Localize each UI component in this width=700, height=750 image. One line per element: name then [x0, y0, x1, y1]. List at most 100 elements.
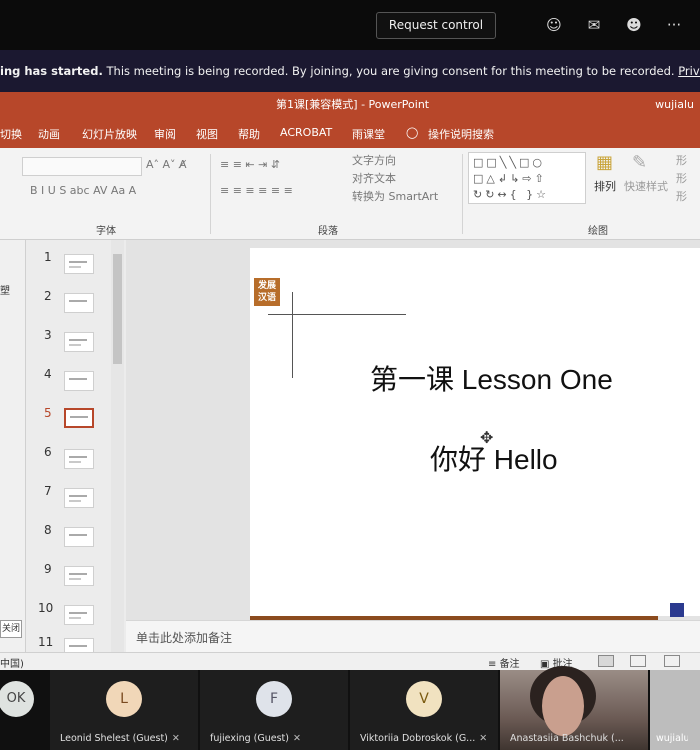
status-bar: 中国) ≡ 备注 ▣ 批注: [0, 652, 700, 670]
normal-view-icon[interactable]: [598, 655, 614, 667]
participant-video-tile[interactable]: wujialu: [650, 670, 700, 750]
left-panel-text: 塑: [0, 286, 10, 297]
shape-effects-button[interactable]: 形: [676, 188, 687, 204]
align-icons[interactable]: ≡ ≡ ≡ ≡ ≡ ≡: [220, 184, 293, 197]
thumb-number: 1: [44, 250, 52, 264]
ribbon-separator: [210, 154, 211, 234]
people-icon[interactable]: ☺: [544, 15, 564, 35]
quick-styles-button[interactable]: 快速样式: [624, 178, 668, 194]
font-group-label: 字体: [96, 226, 116, 237]
menu-review[interactable]: 审阅: [154, 126, 176, 142]
menu-transitions[interactable]: 切换: [0, 126, 22, 142]
participant-tile[interactable]: OK: [0, 670, 46, 750]
slide-sorter-icon[interactable]: [630, 655, 646, 667]
paragraph-group-label: 段落: [318, 226, 338, 237]
decor-line: [292, 292, 293, 378]
slide-title[interactable]: 第一课 Lesson One: [370, 358, 613, 398]
thumb-number: 3: [44, 328, 52, 342]
slide-thumbnail[interactable]: [64, 527, 94, 547]
notes-toggle-button[interactable]: ≡ 备注: [488, 655, 520, 670]
lightbulb-icon: ◯: [406, 126, 419, 139]
more-icon[interactable]: ···: [664, 15, 684, 35]
participant-name: wujialu: [656, 733, 688, 744]
slide-thumbnail[interactable]: [64, 605, 94, 625]
arrange-icon[interactable]: ▦: [596, 152, 613, 173]
recording-banner: ing has started. This meeting is being r…: [0, 50, 700, 92]
menu-tell-me-search[interactable]: 操作说明搜索: [428, 126, 494, 142]
slide-editor: 发展 汉语 第一课 Lesson One ✥ 你好 Hello: [126, 240, 700, 652]
request-control-button[interactable]: Request control: [376, 12, 496, 39]
slide-thumbnail[interactable]: [64, 254, 94, 274]
shapes-gallery[interactable]: □□╲╲□○ □△↲↳⇨⇧ ↻↻↔{ }☆: [468, 152, 586, 204]
participant-video-tile[interactable]: Anastasiia Bashchuk (...: [500, 666, 648, 750]
menu-animations[interactable]: 动画: [38, 126, 60, 142]
current-slide[interactable]: 发展 汉语 第一课 Lesson One ✥ 你好 Hello: [250, 248, 700, 620]
notes-pane[interactable]: 单击此处添加备注: [126, 620, 700, 652]
font-format-buttons[interactable]: B I U S abc AV Aa A: [30, 184, 136, 197]
decor-line: [268, 314, 406, 315]
thumb-number: 6: [44, 445, 52, 459]
language-indicator: 中国): [0, 659, 24, 670]
avatar: F: [256, 681, 292, 717]
banner-text: This meeting is being recorded. By joini…: [102, 64, 675, 78]
thumb-number: 10: [38, 601, 54, 615]
slide-thumbnail[interactable]: [64, 566, 94, 586]
slide-thumbnail[interactable]: [64, 293, 94, 313]
scrollbar-thumb[interactable]: [113, 254, 122, 364]
shape-outline-button[interactable]: 形: [676, 170, 687, 186]
participant-tile[interactable]: V Viktoriia Dobroskok (G... ✕: [350, 670, 498, 750]
ppt-title-bar: 第1课[兼容模式] - PowerPoint wujialu: [0, 92, 700, 118]
smartart-button[interactable]: 转换为 SmartArt: [352, 188, 438, 204]
quick-styles-icon[interactable]: ✎: [632, 152, 647, 173]
thumb-number: 9: [44, 562, 52, 576]
slide-thumbnail[interactable]: [64, 449, 94, 469]
ribbon: A˄ A˅ A̸ B I U S abc AV Aa A 字体 ≡ ≡ ⇤ ⇥ …: [0, 148, 700, 240]
menu-help[interactable]: 帮助: [238, 126, 260, 142]
drawing-group-label: 绘图: [588, 226, 608, 237]
mic-off-icon: ✕: [292, 733, 301, 744]
menu-slideshow[interactable]: 幻灯片放映: [82, 126, 137, 142]
bullets-icon[interactable]: ≡ ≡ ⇤ ⇥ ⇵: [220, 158, 280, 171]
notes-placeholder: 单击此处添加备注: [136, 631, 233, 645]
avatar: V: [406, 681, 442, 717]
menu-rain-classroom[interactable]: 雨课堂: [352, 126, 385, 142]
publisher-logo: [670, 603, 684, 617]
participant-tile[interactable]: F fujiexing (Guest) ✕: [200, 670, 348, 750]
thumbnail-scrollbar[interactable]: [111, 240, 124, 652]
align-text-button[interactable]: 对齐文本: [352, 170, 396, 186]
slide-subtitle[interactable]: 你好 Hello: [430, 438, 558, 478]
slide-logo: 发展 汉语: [254, 278, 280, 306]
slide-thumbnail[interactable]: [64, 371, 94, 391]
mic-off-icon: ✕: [479, 733, 488, 744]
avatar: OK: [0, 681, 34, 717]
participant-strip: OK L Leonid Shelest (Guest) ✕ F fujiexing…: [0, 666, 700, 750]
mic-off-icon: ✕: [171, 733, 180, 744]
participant-tile[interactable]: L Leonid Shelest (Guest) ✕: [50, 670, 198, 750]
banner-bold-text: ing has started.: [0, 64, 103, 78]
participant-name: Leonid Shelest (Guest) ✕: [60, 733, 180, 744]
text-direction-button[interactable]: 文字方向: [352, 152, 396, 168]
reactions-icon[interactable]: ☻: [624, 15, 644, 35]
font-size-buttons[interactable]: A˄ A˅ A̸: [146, 158, 187, 171]
slide-thumbnail[interactable]: [64, 332, 94, 352]
menu-acrobat[interactable]: ACROBAT: [280, 126, 332, 139]
left-panel-strip: 塑 关闭: [0, 240, 26, 652]
user-name: wujialu: [655, 98, 694, 111]
thumb-number: 5: [44, 406, 52, 420]
slide-thumbnail-selected[interactable]: [64, 408, 94, 428]
teams-top-bar: Request control ☺ ✉ ☻ ···: [0, 0, 700, 50]
ppt-menu-bar: 切换 动画 幻灯片放映 审阅 视图 帮助 ACROBAT 雨课堂 ◯ 操作说明搜…: [0, 118, 700, 148]
shared-powerpoint-window: 第1课[兼容模式] - PowerPoint wujialu 切换 动画 幻灯片…: [0, 92, 700, 670]
font-name-box[interactable]: [22, 157, 142, 176]
participant-name: fujiexing (Guest) ✕: [210, 733, 301, 744]
privacy-policy-link[interactable]: Privacy policy: [678, 64, 700, 78]
menu-view[interactable]: 视图: [196, 126, 218, 142]
shape-fill-button[interactable]: 形: [676, 152, 687, 168]
ribbon-separator: [462, 154, 463, 234]
slide-thumbnail[interactable]: [64, 488, 94, 508]
arrange-button[interactable]: 排列: [594, 178, 616, 194]
participant-name: Anastasiia Bashchuk (...: [510, 733, 624, 744]
close-button[interactable]: 关闭: [0, 620, 22, 638]
reading-view-icon[interactable]: [664, 655, 680, 667]
chat-icon[interactable]: ✉: [584, 15, 604, 35]
